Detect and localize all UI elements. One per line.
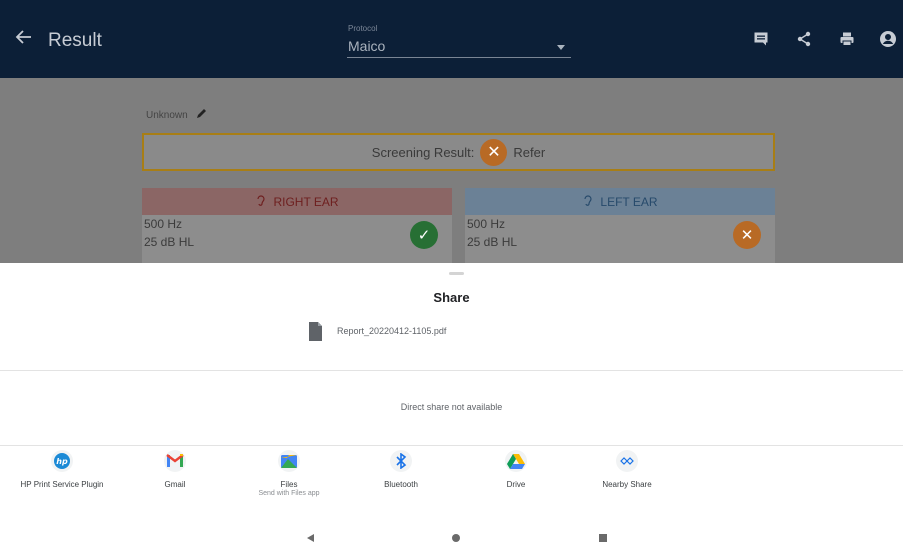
refer-close-icon: ✕ [480,138,508,166]
right-ear-title: RIGHT EAR [273,194,339,209]
divider [0,445,903,446]
protocol-select[interactable]: Protocol Maico [347,18,571,58]
svg-text:hp: hp [56,457,68,466]
account-icon[interactable] [879,30,897,48]
share-target-files[interactable]: Files Send with Files app [229,450,349,497]
system-nav-bar [0,525,903,550]
share-target-bluetooth[interactable]: Bluetooth [341,450,461,489]
share-target-label: Files [280,480,298,489]
right-ear-result: 500 Hz 25 dB HL ✓ [142,215,452,263]
drive-icon [505,450,527,472]
nav-home-icon[interactable] [449,531,463,545]
print-icon[interactable] [838,30,856,48]
nav-back-icon[interactable] [304,531,318,545]
share-target-label: Nearby Share [602,480,652,489]
hp-icon: hp [51,450,73,472]
divider [0,370,903,371]
screening-result-value: Refer [513,144,546,160]
file-icon [308,321,323,342]
app-bar: Result Protocol Maico [0,0,903,78]
right-ear-level: 25 dB HL [144,235,195,249]
left-ear-result: 500 Hz 25 dB HL ✕ [465,215,775,263]
share-sheet: Share Report_20220412-1105.pdf Direct sh… [0,263,903,550]
page-title: Result [48,30,102,51]
direct-share-message: Direct share not available [400,402,503,412]
share-target-hp-print[interactable]: hp HP Print Service Plugin [2,450,122,489]
left-ear-title: LEFT EAR [600,194,658,209]
close-icon: ✕ [733,221,761,249]
nav-recents-icon[interactable] [596,531,610,545]
screening-result-label: Screening Result: [371,144,475,160]
share-target-drive[interactable]: Drive [456,450,576,489]
share-target-gmail[interactable]: Gmail [115,450,235,489]
share-targets: hp HP Print Service Plugin Gmail Files S… [0,450,903,510]
patient-name: Unknown [146,109,188,121]
comment-icon[interactable] [752,30,770,48]
right-ear-header: RIGHT EAR [142,188,452,215]
right-ear-panel: RIGHT EAR 500 Hz 25 dB HL ✓ [142,188,452,263]
edit-icon[interactable] [196,108,207,122]
back-arrow-icon[interactable] [14,27,36,51]
nearby-share-icon [616,450,638,472]
left-ear-level: 25 dB HL [467,235,518,249]
share-target-label: Drive [506,480,526,489]
bluetooth-icon [390,450,412,472]
right-ear-frequency: 500 Hz [144,217,183,231]
patient-row: Unknown [146,108,207,122]
shared-file: Report_20220412-1105.pdf [308,318,446,344]
check-icon: ✓ [410,221,438,249]
share-icon[interactable] [795,30,813,48]
protocol-label: Protocol [348,24,378,33]
screen: Result Protocol Maico Unknown Screening [0,0,903,550]
gmail-icon [164,450,186,472]
left-ear-frequency: 500 Hz [467,217,506,231]
left-ear-panel: LEFT EAR 500 Hz 25 dB HL ✕ [465,188,775,263]
ear-icon [582,194,594,209]
screening-result-box: Screening Result: ✕ Refer [142,133,775,171]
share-target-label: HP Print Service Plugin [20,480,104,489]
drag-handle[interactable] [449,272,464,275]
protocol-value: Maico [348,38,386,54]
share-title: Share [433,290,470,305]
chevron-down-icon [557,45,565,50]
share-target-nearby-share[interactable]: Nearby Share [567,450,687,489]
files-icon [278,450,300,472]
ear-icon [255,194,267,209]
share-target-label: Bluetooth [384,480,418,489]
share-target-label: Gmail [164,480,186,489]
share-target-sublabel: Send with Files app [258,490,320,497]
left-ear-header: LEFT EAR [465,188,775,215]
file-name: Report_20220412-1105.pdf [337,326,447,336]
result-content: Unknown Screening Result: ✕ Refer RIGHT … [0,78,903,263]
